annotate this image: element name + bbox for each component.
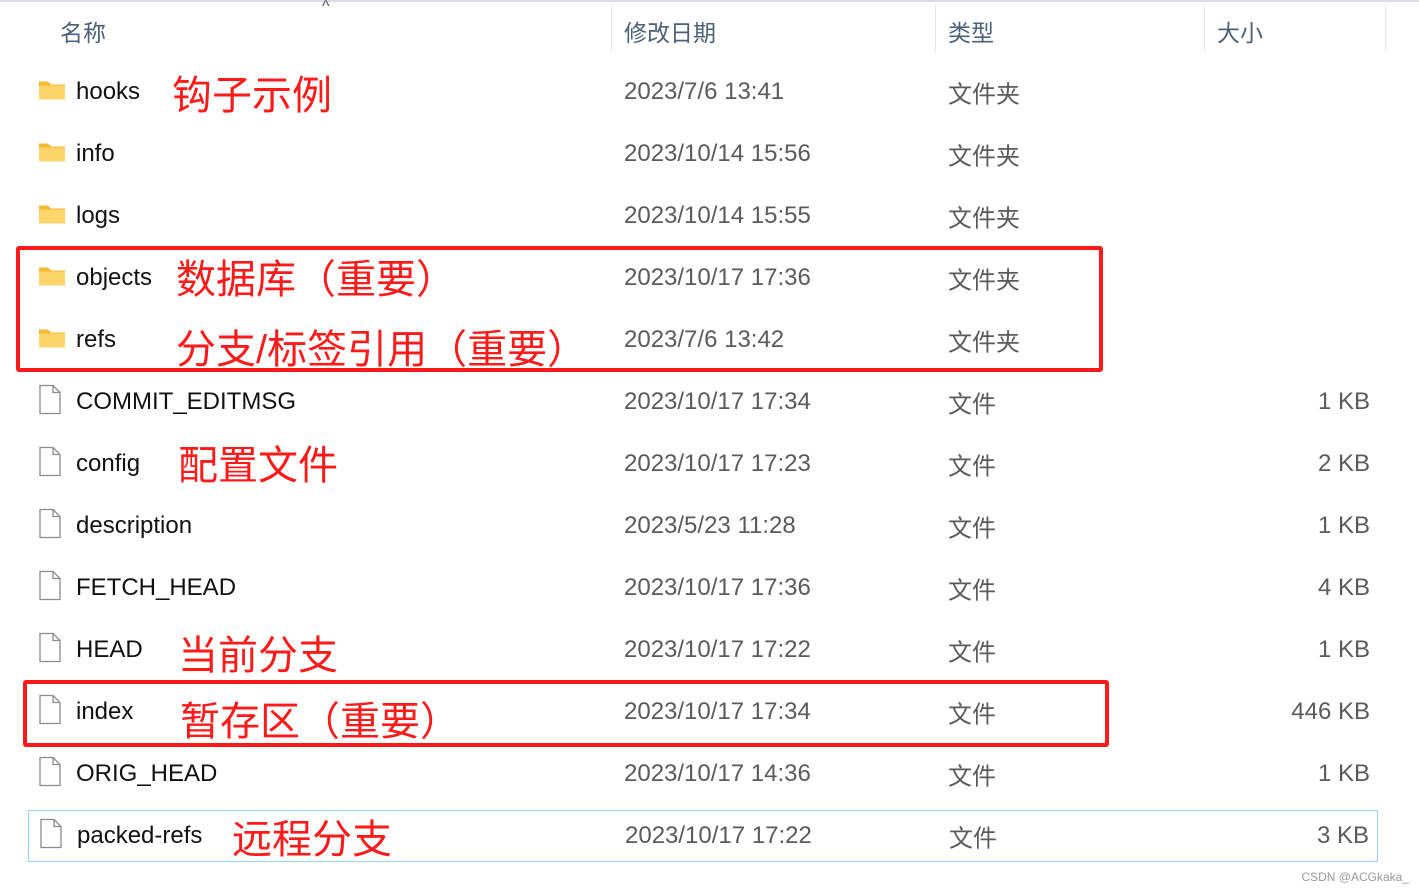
file-size: 1 KB — [1317, 636, 1370, 663]
file-name: FETCH_HEAD — [76, 574, 237, 601]
file-date: 2023/10/17 17:34 — [624, 388, 811, 415]
file-type: 文件 — [949, 825, 997, 853]
file-date: 2023/10/17 17:23 — [624, 450, 811, 477]
file-row[interactable]: logs 2023/10/14 15:55 文件夹 — [28, 190, 1378, 242]
file-icon — [38, 384, 62, 420]
file-name: hooks — [76, 78, 141, 105]
file-name: COMMIT_EDITMSG — [76, 388, 296, 415]
file-name: logs — [76, 202, 121, 229]
file-name: info — [76, 140, 115, 167]
file-row[interactable]: packed-refs 2023/10/17 17:22 文件 3 KB — [28, 810, 1378, 862]
file-date: 2023/10/14 15:56 — [624, 140, 811, 167]
column-name[interactable]: 名称 — [60, 14, 106, 48]
file-size: 4 KB — [1317, 574, 1370, 601]
file-type: 文件 — [948, 763, 996, 791]
file-date: 2023/10/17 17:36 — [624, 574, 811, 601]
file-name: HEAD — [76, 636, 143, 663]
column-divider[interactable] — [1385, 4, 1386, 52]
file-size: 3 KB — [1316, 822, 1369, 849]
file-type: 文件夹 — [948, 205, 1020, 233]
column-date[interactable]: 修改日期 — [624, 14, 716, 48]
file-date: 2023/10/17 17:22 — [624, 636, 811, 663]
annotation-head: 当前分支 — [178, 634, 338, 678]
folder-icon — [38, 79, 66, 106]
file-icon — [38, 570, 62, 606]
file-type: 文件夹 — [948, 81, 1020, 109]
file-icon — [38, 756, 62, 792]
file-date: 2023/10/14 15:55 — [624, 202, 811, 229]
folder-icon — [38, 141, 66, 168]
column-type[interactable]: 类型 — [948, 14, 994, 48]
folder-icon — [38, 203, 66, 230]
file-type: 文件 — [948, 515, 996, 543]
file-date: 2023/10/17 17:22 — [625, 822, 812, 849]
file-icon — [38, 446, 62, 482]
file-row[interactable]: description 2023/5/23 11:28 文件 1 KB — [28, 500, 1378, 552]
file-type: 文件 — [948, 453, 996, 481]
file-name: config — [76, 450, 141, 477]
column-divider[interactable] — [935, 4, 936, 52]
file-row[interactable]: info 2023/10/14 15:56 文件夹 — [28, 128, 1378, 180]
file-date: 2023/5/23 11:28 — [624, 512, 796, 539]
file-size: 1 KB — [1317, 760, 1370, 787]
file-type: 文件 — [948, 391, 996, 419]
file-row[interactable]: FETCH_HEAD 2023/10/17 17:36 文件 4 KB — [28, 562, 1378, 614]
file-size: 1 KB — [1317, 512, 1370, 539]
file-row[interactable]: COMMIT_EDITMSG 2023/10/17 17:34 文件 1 KB — [28, 376, 1378, 428]
file-icon — [38, 508, 62, 544]
file-size: 446 KB — [1291, 698, 1370, 725]
file-size: 2 KB — [1317, 450, 1370, 477]
highlight-box-objects-refs — [16, 246, 1103, 372]
column-divider[interactable] — [1204, 4, 1205, 52]
file-type: 文件夹 — [948, 143, 1020, 171]
sort-ascending-icon: ^ — [322, 0, 330, 15]
watermark: CSDN @ACGkaka_ — [1301, 870, 1409, 884]
annotation-hooks: 钩子示例 — [172, 74, 332, 118]
column-divider[interactable] — [611, 4, 612, 52]
annotation-packed-refs: 远程分支 — [232, 818, 392, 862]
file-date: 2023/7/6 13:41 — [624, 78, 785, 105]
file-icon — [39, 818, 63, 854]
highlight-box-index — [23, 680, 1109, 747]
file-date: 2023/10/17 14:36 — [624, 760, 811, 787]
file-size: 1 KB — [1317, 388, 1370, 415]
annotation-config: 配置文件 — [178, 444, 338, 488]
column-header: ^ 名称 修改日期 类型 大小 — [0, 0, 1419, 56]
file-name: packed-refs — [77, 822, 203, 849]
file-type: 文件 — [948, 577, 996, 605]
file-type: 文件 — [948, 639, 996, 667]
file-name: description — [76, 512, 193, 539]
file-name: ORIG_HEAD — [76, 760, 218, 787]
file-row[interactable]: ORIG_HEAD 2023/10/17 14:36 文件 1 KB — [28, 748, 1378, 800]
column-size[interactable]: 大小 — [1217, 14, 1263, 48]
file-icon — [38, 632, 62, 668]
